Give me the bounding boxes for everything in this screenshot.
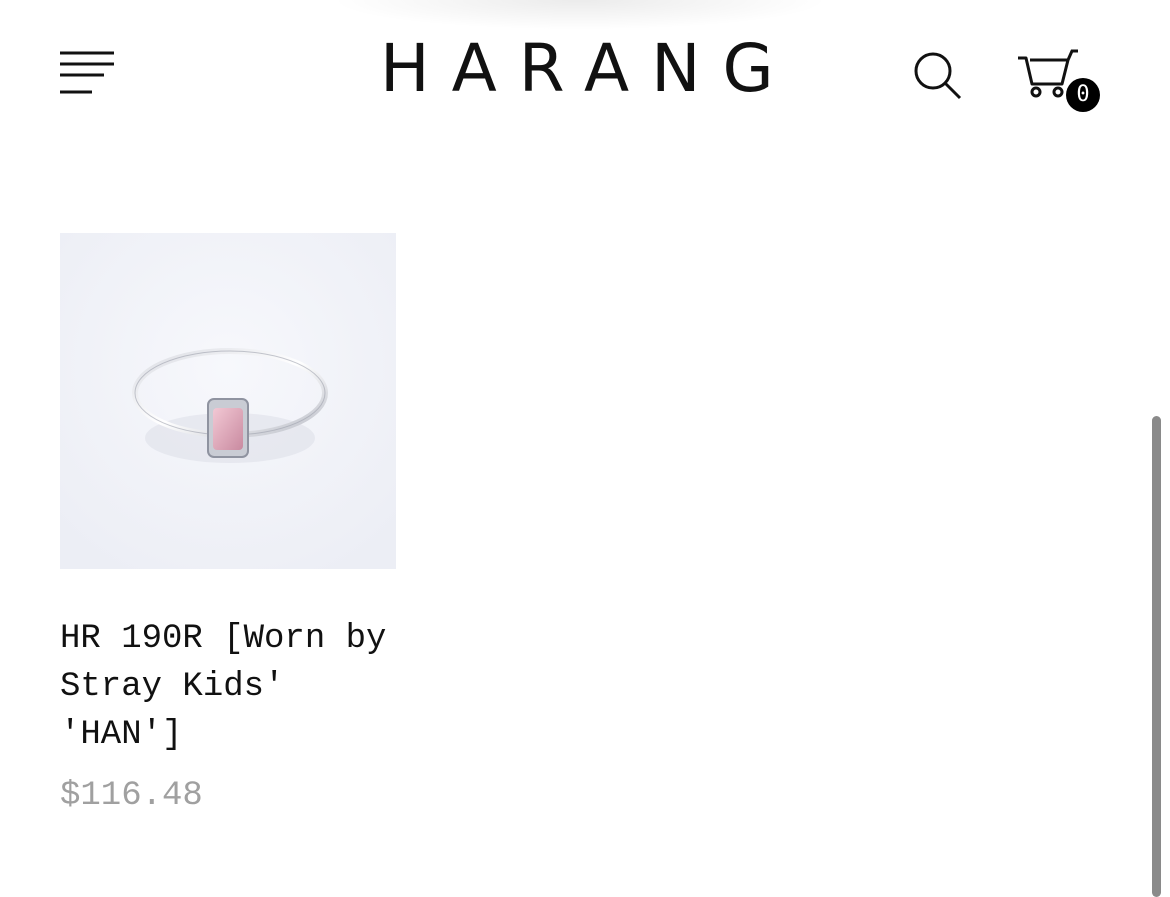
menu-button[interactable] — [58, 50, 118, 96]
site-header: HARANG 0 — [0, 0, 1170, 150]
product-price: $116.48 — [60, 777, 203, 815]
search-icon — [914, 52, 962, 100]
product-title[interactable]: HR 190R [Worn by Stray Kids' 'HAN'] — [60, 615, 390, 759]
store-logo[interactable]: HARANG — [380, 36, 790, 102]
hamburger-menu-icon — [60, 51, 114, 94]
cart-count-badge: 0 — [1066, 78, 1100, 112]
search-button[interactable] — [912, 50, 964, 102]
scrollbar-thumb[interactable] — [1152, 416, 1161, 897]
product-image[interactable] — [60, 233, 396, 569]
product-card[interactable]: HR 190R [Worn by Stray Kids' 'HAN'] $116… — [60, 233, 396, 815]
cart-button[interactable]: 0 — [1016, 48, 1106, 118]
